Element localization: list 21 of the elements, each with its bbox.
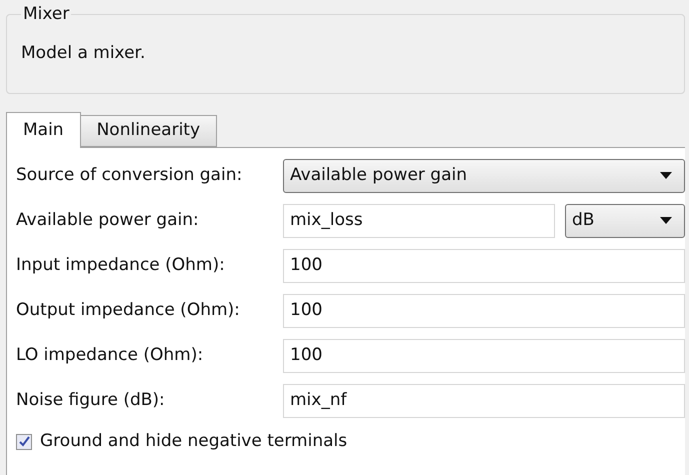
tab[interactable]: Nonlinearity <box>80 115 218 147</box>
input-field[interactable]: 100 <box>283 248 685 282</box>
checkbox-label: Ground and hide negative terminals <box>40 430 348 453</box>
input-field[interactable]: 100 <box>283 294 685 328</box>
input-field[interactable]: mix_nf <box>283 384 685 418</box>
field-label: Output impedance (Ohm): <box>16 298 241 322</box>
input-field[interactable]: mix_loss <box>283 204 555 238</box>
dropdown[interactable]: Available power gain <box>283 158 685 192</box>
dropdown-arrow-icon <box>660 217 672 224</box>
field-label: LO impedance (Ohm): <box>16 344 204 367</box>
check-icon <box>18 436 30 448</box>
checkbox[interactable] <box>16 434 32 450</box>
description-text: Model a mixer. <box>21 43 146 63</box>
dropdown-arrow-icon <box>660 172 672 179</box>
field-label: Noise figure (dB): <box>16 388 166 412</box>
input-field[interactable]: 100 <box>283 338 685 372</box>
tab[interactable]: Main <box>6 112 81 148</box>
field-label: Available power gain: <box>16 208 200 232</box>
field-label: Input impedance (Ohm): <box>16 254 226 277</box>
field-label: Source of conversion gain: <box>16 164 244 187</box>
unit-dropdown[interactable]: dB <box>565 204 685 238</box>
